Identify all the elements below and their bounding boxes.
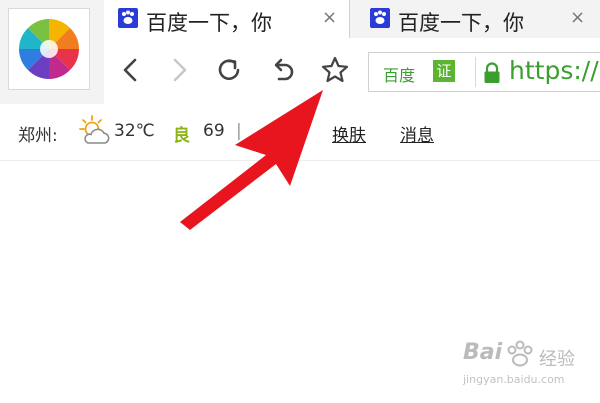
watermark-product: 经验	[539, 349, 575, 370]
baidu-paw-icon	[507, 340, 533, 367]
watermark-brand: Bai	[463, 340, 503, 365]
watermark-url: jingyan.baidu.com	[463, 373, 565, 386]
watermark: Bai 经验 jingyan.baidu.com	[455, 340, 595, 400]
